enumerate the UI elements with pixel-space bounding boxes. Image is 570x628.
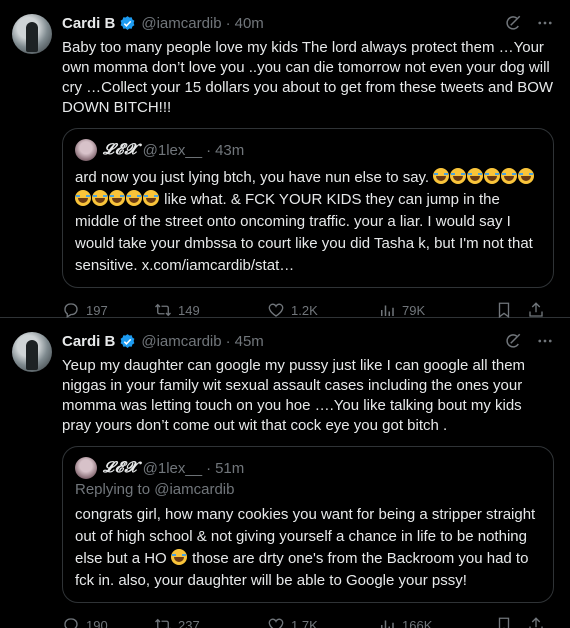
more-icon[interactable] [536,332,554,350]
quoted-avatar [75,139,97,161]
quoted-author-name: 𝓛𝓔𝓧 [103,460,138,476]
quoted-tweet-header: 𝓛𝓔𝓧 @1lex__ · 51m [75,457,541,479]
quoted-timestamp: 51m [215,459,245,477]
quoted-timestamp: 43m [215,141,245,159]
grok-icon[interactable] [504,14,522,32]
separator: · [225,14,231,32]
like-button[interactable]: 1.2K [267,301,378,319]
quoted-text-part: like what. & FCK YOUR KIDS they can jump… [75,191,533,274]
retweet-button[interactable]: 237 [154,616,267,628]
quoted-tweet[interactable]: 𝓛𝓔𝓧 @1lex__ · 51m Replying to @iamcardib… [62,446,554,603]
author-handle[interactable]: @iamcardib [141,333,221,350]
quoted-author-name: 𝓛𝓔𝓧 [103,142,138,158]
tweet-header: Cardi B @iamcardib · 45m [62,330,554,352]
joy-emoji-icon [467,168,484,184]
joy-emoji-icon [484,168,501,184]
verified-badge-icon [119,333,136,350]
reply-icon [64,618,78,628]
tweet[interactable]: Cardi B @iamcardib · 40m Baby too many p… [0,0,570,319]
reply-icon [64,303,78,318]
tweet-text: Yeup my daughter can google my pussy jus… [62,357,526,434]
view-count: 79K [402,302,426,318]
joy-emoji-icon [433,168,450,184]
verified-badge-icon [119,15,136,32]
bookmark-button[interactable] [495,301,513,319]
quoted-author-handle: @1lex__ [142,141,203,159]
author-name[interactable]: Cardi B [62,15,115,32]
author-name[interactable]: Cardi B [62,333,115,350]
replying-to: Replying to @iamcardib [75,481,235,498]
bookmark-icon [498,302,510,319]
grok-icon[interactable] [504,332,522,350]
separator: · [225,332,231,350]
share-icon [529,302,543,317]
views-icon [381,620,394,628]
quoted-text-part: ard now you just lying btch, you have nu… [75,169,430,186]
share-button[interactable] [527,301,545,319]
views-button[interactable]: 79K [378,301,495,319]
quoted-avatar [75,457,97,479]
like-count: 1.7K [291,617,318,628]
joy-emoji-icon [170,549,187,565]
retweet-button[interactable]: 149 [154,301,267,319]
separator: · [206,141,212,159]
tweet-actions: 190 237 1.7K 166K [62,603,554,628]
joy-emoji-icon [75,190,91,206]
reply-count: 197 [86,302,108,318]
share-button[interactable] [527,616,545,628]
tweet-text: Baby too many people love my kids The lo… [62,39,554,116]
joy-emoji-icon [450,168,467,184]
joy-emoji-icon [109,190,125,206]
joy-emoji-icon [518,168,535,184]
share-icon [529,617,543,628]
more-icon[interactable] [536,14,554,32]
reply-count: 190 [86,617,108,628]
bookmark-button[interactable] [495,616,513,628]
like-count: 1.2K [291,302,318,318]
views-icon [381,305,394,316]
retweet-count: 237 [178,617,200,628]
quoted-tweet[interactable]: 𝓛𝓔𝓧 @1lex__ · 43m ard now you just lying… [62,128,554,288]
reply-button[interactable]: 197 [62,301,154,319]
like-icon [268,303,284,317]
like-icon [268,618,284,628]
joy-emoji-icon [92,190,108,206]
joy-emoji-icon [501,168,518,184]
avatar[interactable] [12,332,52,372]
quoted-tweet-text: ard now you just lying btch, you have nu… [75,167,541,277]
view-count: 166K [402,617,433,628]
like-button[interactable]: 1.7K [267,616,378,628]
avatar[interactable] [12,14,52,54]
joy-emoji-icon [143,190,159,206]
quoted-tweet-header: 𝓛𝓔𝓧 @1lex__ · 43m [75,139,541,161]
reply-button[interactable]: 190 [62,616,154,628]
timestamp[interactable]: 40m [235,15,264,32]
retweet-icon [155,618,171,628]
bookmark-icon [498,617,510,628]
author-handle[interactable]: @iamcardib [141,15,221,32]
views-button[interactable]: 166K [378,616,495,628]
quoted-author-handle: @1lex__ [142,459,203,477]
timestamp[interactable]: 45m [235,333,264,350]
separator: · [206,459,212,477]
tweet-header: Cardi B @iamcardib · 40m [62,12,554,34]
tweet[interactable]: Cardi B @iamcardib · 45m Yeup my daughte… [0,318,570,628]
retweet-icon [155,303,171,317]
quoted-tweet-text: congrats girl, how many cookies you want… [75,504,541,592]
joy-emoji-icon [126,190,142,206]
retweet-count: 149 [178,302,200,318]
